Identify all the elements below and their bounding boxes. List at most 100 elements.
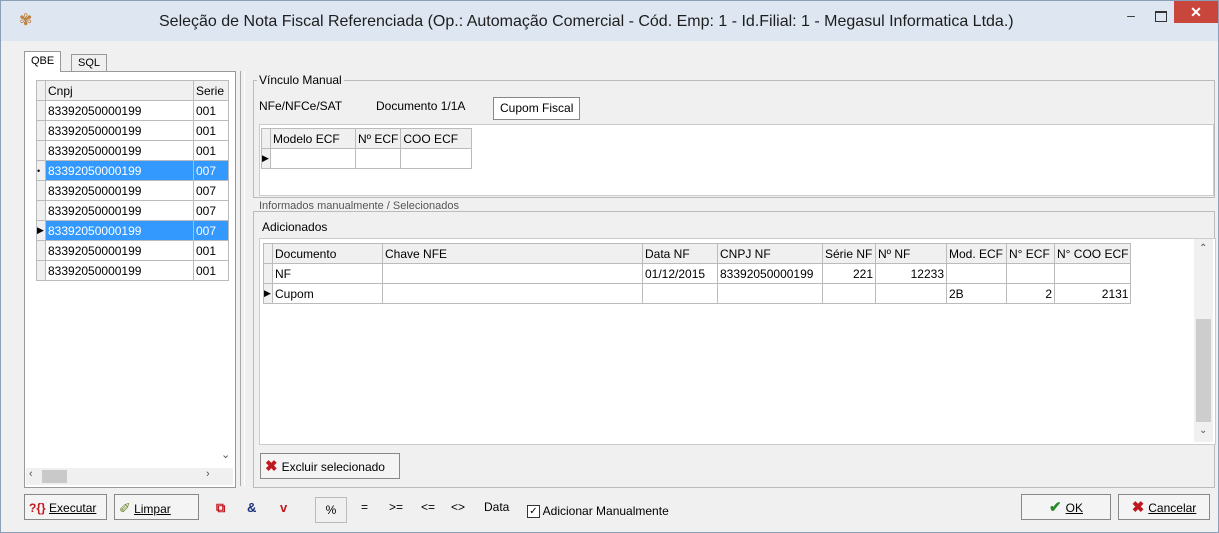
column-header-serie-nf[interactable]: Série NF (822, 243, 876, 264)
maximize-button[interactable] (1148, 7, 1174, 25)
horizontal-scrollbar[interactable]: ‹ › (26, 468, 233, 485)
serie-cell[interactable]: 001 (193, 260, 229, 281)
scroll-left-icon[interactable]: ‹ (29, 468, 33, 480)
n-ecf-cell[interactable] (354, 148, 402, 169)
vertical-scrollbar[interactable]: ⌃ ⌄ (1194, 239, 1213, 442)
modelo-ecf-cell[interactable] (270, 148, 356, 169)
mod-ecf-cell[interactable]: 2B (946, 283, 1007, 304)
data-nf-cell[interactable]: 01/12/2015 (642, 263, 718, 284)
column-header-n-ecf[interactable]: Nº ECF (354, 128, 402, 149)
column-header-chave-nfe[interactable]: Chave NFE (382, 243, 643, 264)
chave-nfe-cell[interactable] (382, 283, 643, 304)
cnpj-cell[interactable]: 83392050000199 (45, 140, 194, 161)
serie-cell[interactable]: 007 (193, 220, 229, 241)
table-row[interactable]: ▶ Cupom 2B 2 2131 (263, 283, 1132, 304)
table-row[interactable]: 83392050000199 001 (36, 120, 229, 141)
serie-cell[interactable]: 001 (193, 240, 229, 261)
n-nf-cell[interactable] (875, 283, 947, 304)
n-coo-ecf-cell[interactable]: 2131 (1053, 283, 1132, 304)
clear-button[interactable]: ✐ Limpar (114, 494, 199, 520)
cnpj-cell[interactable]: 83392050000199 (45, 200, 194, 221)
equals-operator-button[interactable]: = (361, 500, 368, 514)
table-row[interactable]: • 83392050000199 007 (36, 160, 229, 181)
scroll-up-icon[interactable]: ⌃ (1199, 243, 1207, 254)
cnpj-cell[interactable]: 83392050000199 (45, 240, 194, 261)
ok-button[interactable]: ✔ OK (1021, 494, 1111, 520)
column-header-n-ecf[interactable]: N° ECF (1006, 243, 1055, 264)
add-manually-checkbox[interactable]: ✓ Adicionar Manualmente (527, 504, 669, 519)
table-row[interactable]: 83392050000199 001 (36, 240, 229, 261)
serie-cell[interactable]: 007 (193, 180, 229, 201)
cnpj-cell[interactable]: 83392050000199 (45, 220, 194, 241)
table-row[interactable]: 83392050000199 001 (36, 260, 229, 281)
column-header-documento[interactable]: Documento (272, 243, 383, 264)
like-operator-button[interactable]: % (315, 497, 347, 523)
gte-operator-button[interactable]: >= (389, 500, 403, 514)
date-operator-button[interactable]: Data (484, 500, 509, 514)
serie-cell[interactable]: 007 (193, 160, 229, 181)
column-header-serie[interactable]: Serie (193, 80, 229, 101)
tab-cupom-fiscal[interactable]: Cupom Fiscal (493, 97, 581, 120)
column-header-mod-ecf[interactable]: Mod. ECF (946, 243, 1007, 264)
table-row[interactable]: 83392050000199 007 (36, 200, 229, 221)
scrollbar-thumb[interactable] (1196, 319, 1211, 422)
added-grid[interactable]: Documento Chave NFE Data NF CNPJ NF Séri… (263, 243, 1132, 304)
column-header-n-nf[interactable]: Nº NF (875, 243, 947, 264)
table-row[interactable]: NF 01/12/2015 83392050000199 221 12233 (263, 263, 1132, 284)
lte-operator-button[interactable]: <= (421, 500, 435, 514)
column-header-n-coo-ecf[interactable]: N° COO ECF (1053, 243, 1132, 264)
chave-nfe-cell[interactable] (382, 263, 643, 284)
scrollbar-thumb[interactable] (42, 470, 67, 483)
coo-ecf-cell[interactable] (400, 148, 473, 169)
cancel-button[interactable]: ✖ Cancelar (1118, 494, 1210, 520)
tab-qbe[interactable]: QBE (24, 51, 62, 72)
serie-cell[interactable]: 001 (193, 120, 229, 141)
cnpj-cell[interactable]: 83392050000199 (45, 260, 194, 281)
documento-cell[interactable]: NF (272, 263, 383, 284)
filter-icon[interactable]: ⧉ (216, 500, 225, 516)
close-button[interactable]: ✕ (1174, 1, 1218, 23)
splitter[interactable] (240, 71, 245, 486)
cnpj-cell[interactable]: 83392050000199 (45, 160, 194, 181)
column-header-cnpj[interactable]: Cnpj (45, 80, 194, 101)
serie-nf-cell[interactable]: 221 (822, 263, 876, 284)
cnpj-cell[interactable]: 83392050000199 (45, 100, 194, 121)
n-ecf-cell[interactable] (1006, 263, 1055, 284)
cnpj-cell[interactable]: 83392050000199 (45, 180, 194, 201)
minimize-button[interactable]: – (1118, 7, 1144, 25)
n-nf-cell[interactable]: 12233 (875, 263, 947, 284)
n-coo-ecf-cell[interactable] (1053, 263, 1132, 284)
table-row[interactable]: 83392050000199 007 (36, 180, 229, 201)
cnpj-cell[interactable]: 83392050000199 (45, 120, 194, 141)
tab-documento-1-1a[interactable]: Documento 1/1A (370, 95, 471, 118)
tab-nfe-nfce-sat[interactable]: NFe/NFCe/SAT (253, 95, 348, 118)
column-header-coo-ecf[interactable]: COO ECF (400, 128, 473, 149)
column-header-cnpj-nf[interactable]: CNPJ NF (717, 243, 823, 264)
documento-cell[interactable]: Cupom (272, 283, 383, 304)
delete-selected-button[interactable]: ✖ Excluir selecionado (260, 453, 400, 479)
scroll-down-icon[interactable]: ⌄ (1199, 425, 1207, 436)
checkbox-checked-icon[interactable]: ✓ (527, 505, 540, 519)
serie-cell[interactable]: 001 (193, 140, 229, 161)
scroll-right-icon[interactable]: › (206, 468, 210, 480)
data-nf-cell[interactable] (642, 283, 718, 304)
cnpj-nf-cell[interactable]: 83392050000199 (717, 263, 823, 284)
serie-nf-cell[interactable] (822, 283, 876, 304)
scroll-down-icon[interactable]: ⌄ (221, 448, 230, 461)
mod-ecf-cell[interactable] (946, 263, 1007, 284)
or-operator-button[interactable]: v (280, 500, 287, 515)
ecf-grid[interactable]: Modelo ECF Nº ECF COO ECF ▶ (261, 128, 473, 169)
table-row[interactable]: ▶ 83392050000199 007 (36, 220, 229, 241)
n-ecf-cell[interactable]: 2 (1006, 283, 1055, 304)
serie-cell[interactable]: 001 (193, 100, 229, 121)
cnpj-nf-cell[interactable] (717, 283, 823, 304)
serie-cell[interactable]: 007 (193, 200, 229, 221)
table-row[interactable]: 83392050000199 001 (36, 140, 229, 161)
and-operator-button[interactable]: & (247, 500, 256, 515)
column-header-data-nf[interactable]: Data NF (642, 243, 718, 264)
cnpj-grid[interactable]: Cnpj Serie 83392050000199 001 833920500001… (36, 80, 229, 281)
table-row[interactable]: 83392050000199 001 (36, 100, 229, 121)
not-equal-operator-button[interactable]: <> (451, 500, 465, 514)
column-header-modelo-ecf[interactable]: Modelo ECF (270, 128, 356, 149)
tab-sql[interactable]: SQL (71, 54, 108, 71)
